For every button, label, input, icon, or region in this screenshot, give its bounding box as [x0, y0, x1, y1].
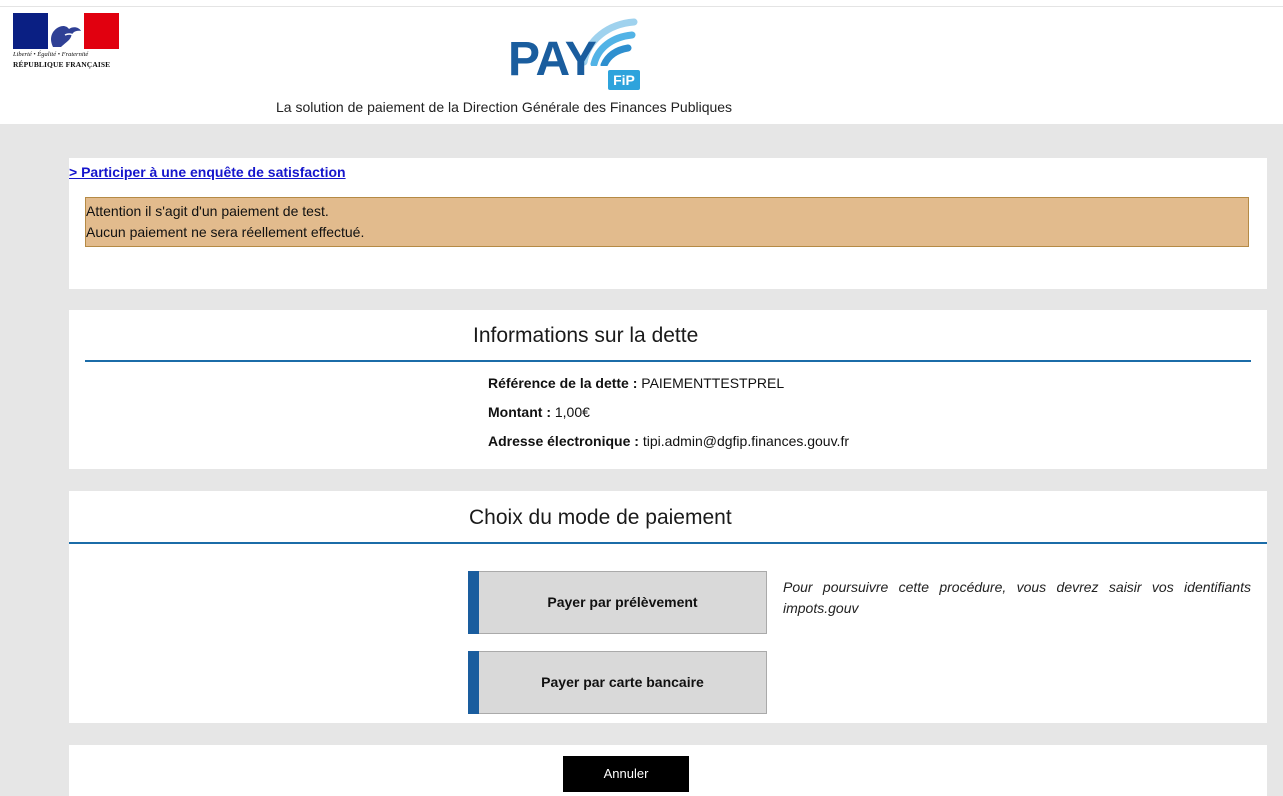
pay-by-card-label: Payer par carte bancaire — [541, 674, 704, 690]
button-accent-bar — [468, 571, 479, 634]
debt-email-value: tipi.admin@dgfip.finances.gouv.fr — [642, 433, 849, 449]
debt-reference: Référence de la dette : PAIEMENTTESTPREL — [488, 375, 784, 391]
satisfaction-survey-link[interactable]: > Participer à une enquête de satisfacti… — [69, 164, 346, 180]
tagline: La solution de paiement de la Direction … — [276, 99, 733, 115]
payment-mode-title: Choix du mode de paiement — [469, 506, 732, 529]
republique-francaise-logo: Liberté • Égalité • Fraternité RÉPUBLIQU… — [13, 13, 119, 77]
debt-email-label: Adresse électronique : — [488, 433, 639, 449]
republic-motto: Liberté • Égalité • Fraternité — [13, 51, 89, 58]
direct-debit-note: Pour poursuivre cette procédure, vous de… — [783, 579, 1251, 616]
marianne-flag-icon — [13, 13, 119, 49]
pay-by-direct-debit-label: Payer par prélèvement — [547, 594, 698, 610]
test-payment-warning: Attention il s'agit d'un paiement de tes… — [85, 197, 1249, 247]
logo-pay-text: PAY — [508, 33, 597, 86]
pay-by-direct-debit-button[interactable]: Payer par prélèvement — [468, 571, 767, 634]
top-divider — [0, 6, 1283, 7]
button-accent-bar — [468, 651, 479, 714]
cancel-button[interactable]: Annuler — [563, 756, 689, 792]
warning-line-1: Attention il s'agit d'un paiement de tes… — [86, 203, 329, 219]
debt-amount: Montant : 1,00€ — [488, 404, 590, 420]
debt-info-divider — [85, 360, 1251, 362]
warning-line-2: Aucun paiement ne sera réellement effect… — [86, 224, 365, 240]
republic-name: RÉPUBLIQUE FRANÇAISE — [13, 60, 111, 69]
site-header: Liberté • Égalité • Fraternité RÉPUBLIQU… — [0, 0, 1283, 124]
debt-info-title: Informations sur la dette — [473, 324, 699, 347]
payfip-logo: PAY FiP — [506, 10, 646, 92]
pay-by-card-button[interactable]: Payer par carte bancaire — [468, 651, 767, 714]
debt-reference-value: PAIEMENTTESTPREL — [641, 375, 785, 391]
debt-amount-value: 1,00€ — [554, 404, 590, 420]
logo-fip-text: FiP — [608, 70, 640, 90]
payment-mode-divider — [69, 542, 1267, 544]
debt-amount-label: Montant : — [488, 404, 551, 420]
debt-email: Adresse électronique : tipi.admin@dgfip.… — [488, 433, 849, 449]
debt-reference-label: Référence de la dette : — [488, 375, 638, 391]
